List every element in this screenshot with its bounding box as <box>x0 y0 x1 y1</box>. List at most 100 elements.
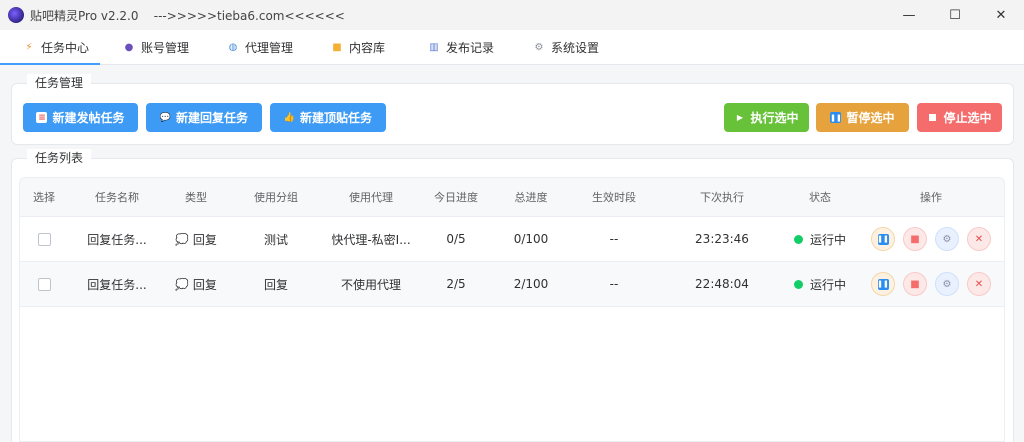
column-header: 状态 <box>809 191 831 204</box>
effective-period: -- <box>609 277 619 291</box>
globe-icon: ◍ <box>228 41 238 53</box>
new-reply-task-button[interactable]: 💬 新建回复任务 <box>146 103 262 132</box>
column-header: 今日进度 <box>434 191 478 204</box>
minimize-button[interactable]: — <box>886 0 932 30</box>
row-select-checkbox[interactable] <box>37 232 51 246</box>
task-table: 选择 任务名称 类型 使用分组 使用代理 今日进度 总进度 生效时段 下次执行 … <box>19 177 1005 442</box>
stop-icon: ■ <box>910 278 920 290</box>
pause-icon: ❚❚ <box>830 112 842 123</box>
app-logo-icon <box>8 7 24 23</box>
status-dot-icon <box>793 279 803 289</box>
column-header: 使用代理 <box>349 191 393 204</box>
new-post-task-label: 新建发帖任务 <box>52 111 125 125</box>
folder-icon: ■ <box>332 41 342 53</box>
new-bump-task-label: 新建顶贴任务 <box>299 111 372 125</box>
maximize-button[interactable]: ☐ <box>932 0 978 30</box>
task-settings-button[interactable]: ⚙ <box>935 227 959 251</box>
tab-label: 账号管理 <box>141 40 190 55</box>
task-group: 测试 <box>263 232 288 247</box>
close-window-button[interactable]: ✕ <box>978 0 1024 30</box>
tab-label: 系统设置 <box>551 40 600 55</box>
today-progress: 0/5 <box>446 232 466 246</box>
status-dot-icon <box>793 234 803 244</box>
tab-task-center[interactable]: ⚡ 任务中心 <box>0 30 100 65</box>
task-type: 回复 <box>192 277 217 292</box>
document-icon: ≡ <box>36 112 48 123</box>
run-selected-button[interactable]: ▶ 执行选中 <box>724 103 809 132</box>
task-name: 回复任务... <box>87 232 147 247</box>
task-list-legend: 任务列表 <box>27 149 92 166</box>
task-proxy: 不使用代理 <box>340 277 401 292</box>
pause-icon: ❚❚ <box>877 278 889 290</box>
close-icon: ✕ <box>974 278 984 290</box>
title-bar: 贴吧精灵Pro v2.2.0 --->>>>>tieba6.com<<<<<< … <box>0 0 1024 30</box>
pause-task-button[interactable]: ❚❚ <box>871 272 895 296</box>
tab-content-library[interactable]: ■ 内容库 <box>308 30 405 64</box>
column-header: 任务名称 <box>95 191 139 204</box>
tab-label: 任务中心 <box>41 40 90 55</box>
close-icon: ✕ <box>974 233 984 245</box>
stop-task-button[interactable]: ■ <box>903 272 927 296</box>
new-post-task-button[interactable]: ≡ 新建发帖任务 <box>23 103 138 132</box>
pause-icon: ❚❚ <box>877 233 889 245</box>
total-progress: 2/100 <box>513 277 549 291</box>
speech-bubble-icon: 💭 <box>175 277 189 291</box>
new-bump-task-button[interactable]: 👍 新建顶贴任务 <box>270 103 386 132</box>
gear-icon: ⚙ <box>942 278 952 290</box>
users-icon: ● <box>124 41 134 53</box>
stop-selected-label: 停止选中 <box>943 111 992 125</box>
column-header: 类型 <box>185 191 207 204</box>
tab-label: 发布记录 <box>446 40 495 55</box>
task-name: 回复任务... <box>87 277 147 292</box>
tab-publish-records[interactable]: ▥ 发布记录 <box>405 30 510 64</box>
pause-task-button[interactable]: ❚❚ <box>871 227 895 251</box>
stop-icon: ■ <box>910 233 920 245</box>
today-progress: 2/5 <box>446 277 466 291</box>
task-settings-button[interactable]: ⚙ <box>935 272 959 296</box>
table-header: 选择 任务名称 类型 使用分组 使用代理 今日进度 总进度 生效时段 下次执行 … <box>20 178 1004 217</box>
table-row: 回复任务... 💭 回复 测试 快代理-私密I... 0/5 0/100 -- … <box>20 217 1004 262</box>
bar-chart-icon: ▥ <box>429 41 439 53</box>
gear-icon: ⚙ <box>942 233 952 245</box>
next-run-time: 22:48:04 <box>695 277 749 291</box>
pause-selected-label: 暂停选中 <box>846 111 895 125</box>
speech-bubble-icon: 💭 <box>175 232 189 246</box>
tab-system-settings[interactable]: ⚙ 系统设置 <box>510 30 620 64</box>
column-header: 使用分组 <box>254 191 298 204</box>
play-icon: ▶ <box>736 113 744 122</box>
thumbs-up-icon: 👍 <box>283 112 296 123</box>
table-row: 回复任务... 💭 回复 回复 不使用代理 2/5 2/100 -- 22:48… <box>20 262 1004 307</box>
stop-task-button[interactable]: ■ <box>903 227 927 251</box>
effective-period: -- <box>609 232 619 246</box>
status-text: 运行中 <box>809 232 846 247</box>
next-run-time: 23:23:46 <box>695 232 749 246</box>
run-selected-label: 执行选中 <box>750 111 799 125</box>
column-header: 总进度 <box>514 191 548 204</box>
new-reply-task-label: 新建回复任务 <box>175 111 248 125</box>
task-type: 回复 <box>192 232 217 247</box>
window-title: 贴吧精灵Pro v2.2.0 --->>>>>tieba6.com<<<<<< <box>30 8 345 23</box>
speech-bubble-icon: 💬 <box>159 112 172 123</box>
delete-task-button[interactable]: ✕ <box>967 272 991 296</box>
total-progress: 0/100 <box>513 232 549 246</box>
status-text: 运行中 <box>809 277 846 292</box>
tab-label: 代理管理 <box>245 40 294 55</box>
row-select-checkbox[interactable] <box>37 277 51 291</box>
stop-icon <box>927 112 938 123</box>
stop-selected-button[interactable]: 停止选中 <box>917 103 1002 132</box>
column-header: 选择 <box>33 191 55 204</box>
column-header: 下次执行 <box>700 191 744 204</box>
column-header: 生效时段 <box>592 191 636 204</box>
task-proxy: 快代理-私密I... <box>331 232 411 247</box>
lightning-icon: ⚡ <box>25 41 33 53</box>
task-management-legend: 任务管理 <box>27 74 92 91</box>
pause-selected-button[interactable]: ❚❚ 暂停选中 <box>816 103 909 132</box>
tab-label: 内容库 <box>349 40 386 55</box>
tab-proxy-management[interactable]: ◍ 代理管理 <box>204 30 308 64</box>
delete-task-button[interactable]: ✕ <box>967 227 991 251</box>
gear-icon: ⚙ <box>534 41 544 53</box>
tab-account-management[interactable]: ● 账号管理 <box>100 30 204 64</box>
main-tab-bar: ⚡ 任务中心 ● 账号管理 ◍ 代理管理 ■ 内容库 ▥ 发布记录 ⚙ 系统设置 <box>0 30 1024 65</box>
task-group: 回复 <box>263 277 288 292</box>
column-header: 操作 <box>920 191 942 204</box>
